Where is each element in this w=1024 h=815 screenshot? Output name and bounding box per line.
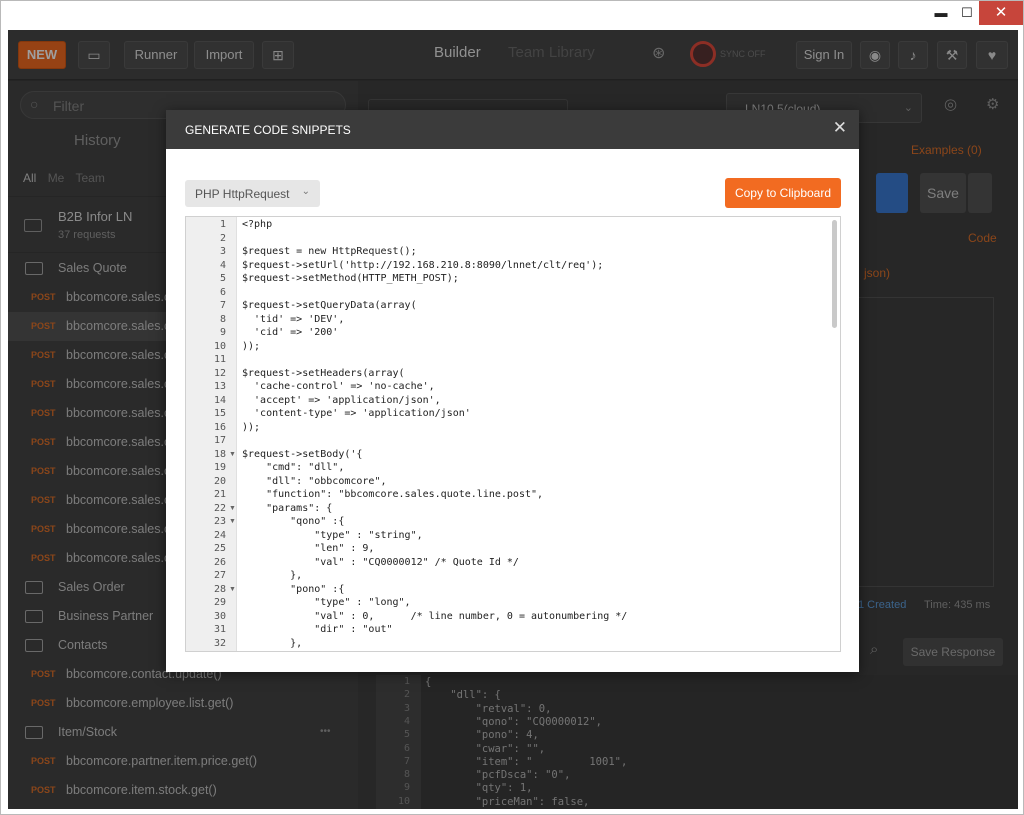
- line-number: 8: [219, 313, 226, 325]
- line-number: 21: [213, 489, 226, 500]
- line-number: 20: [213, 475, 226, 487]
- code-line: 'cid' => '200': [242, 327, 339, 338]
- window-close-button[interactable]: ✕: [979, 1, 1023, 25]
- line-number: 19: [213, 462, 226, 473]
- line-number: 6: [219, 286, 226, 298]
- code-line: 'content-type' => 'application/json': [242, 408, 471, 419]
- code-line: "val" : "CQ0000012" /* Quote Id */: [242, 556, 519, 568]
- line-number: 10: [213, 340, 226, 352]
- fold-arrow-icon[interactable]: ▼: [229, 451, 236, 458]
- line-number: 4: [219, 259, 226, 271]
- code-line: $request = new HttpRequest();: [242, 246, 417, 257]
- code-line: "qono" :{: [242, 516, 345, 527]
- code-snippet-modal: GENERATE CODE SNIPPETS ✕ PHP HttpRequest…: [166, 110, 859, 672]
- code-line: $request->setMethod(HTTP_METH_POST);: [242, 273, 459, 284]
- line-number: 12: [213, 367, 226, 379]
- code-line: $request->setUrl('http://192.168.210.8:8…: [242, 259, 604, 271]
- code-line: "val" : 0, /* line number, 0 = autonumbe…: [242, 610, 628, 622]
- app-window: ▬ ☐ ✕ NEW ▭ Runner Import ⊞ Builder Team…: [0, 0, 1024, 815]
- code-line: $request->setBody('{: [242, 448, 363, 460]
- line-number-gutter: 1 2 3 4 5 6 7 8 9 10 11 12 13 14 15 16 17 18 ▼ 19 20 21 22 ▼ 23 ▼…: [186, 217, 237, 651]
- code-line: 'cache-control' => 'no-cache',: [242, 381, 435, 392]
- line-number: 7: [219, 300, 226, 311]
- code-line: $request->setQueryData(array(: [242, 300, 417, 311]
- line-number: 31: [213, 624, 226, 635]
- line-number: 9: [219, 327, 226, 338]
- line-number: 1: [219, 219, 226, 230]
- code-editor[interactable]: 1 2 3 4 5 6 7 8 9 10 11 12 13 14 15 16 17 18 ▼ 19 20 21 22 ▼ 23 ▼…: [185, 216, 841, 652]
- line-number: 23: [213, 516, 226, 527]
- line-number: 13: [213, 381, 226, 392]
- code-line: <?php: [242, 219, 273, 230]
- close-icon[interactable]: ✕: [833, 118, 847, 138]
- line-number: 26: [213, 556, 226, 568]
- line-number: 17: [213, 435, 226, 446]
- line-number: 5: [219, 273, 226, 284]
- code-line: "dll": "obbcomcore",: [242, 475, 387, 487]
- title-bar: ▬ ☐ ✕: [1, 1, 1023, 30]
- maximize-button[interactable]: ☐: [953, 1, 981, 25]
- code-line: "pono" :{: [242, 583, 345, 595]
- line-number: 30: [213, 610, 226, 622]
- code-line: "type" : "string",: [242, 529, 423, 541]
- line-number: 32: [213, 637, 226, 649]
- line-number: 28: [213, 583, 226, 595]
- line-number: 29: [213, 597, 226, 608]
- fold-arrow-icon[interactable]: ▼: [229, 518, 236, 525]
- language-select[interactable]: PHP HttpRequest ⌄: [185, 180, 320, 207]
- modal-title: GENERATE CODE SNIPPETS: [185, 123, 351, 137]
- line-number: 16: [213, 421, 226, 433]
- code-line: "function": "bbcomcore.sales.quote.line.…: [242, 489, 544, 500]
- line-number: 3: [219, 246, 226, 257]
- code-line: ));: [242, 421, 261, 433]
- line-number: 18: [213, 448, 226, 460]
- line-number: 11: [213, 354, 226, 365]
- chevron-down-icon: ⌄: [301, 186, 310, 197]
- code-line: $request->setHeaders(array(: [242, 367, 405, 379]
- line-number: 24: [213, 529, 226, 541]
- line-number: 14: [213, 394, 226, 406]
- code-line: 'tid' => 'DEV',: [242, 313, 345, 325]
- copy-to-clipboard-button[interactable]: Copy to Clipboard: [725, 178, 841, 208]
- fold-arrow-icon[interactable]: ▼: [229, 505, 236, 512]
- line-number: 27: [213, 570, 226, 581]
- line-number: 2: [219, 232, 226, 244]
- minimize-button[interactable]: ▬: [927, 1, 955, 25]
- code-line: },: [242, 570, 303, 581]
- fold-arrow-icon[interactable]: ▼: [229, 586, 236, 593]
- language-label: PHP HttpRequest: [195, 187, 290, 201]
- code-line: "params": {: [242, 502, 333, 514]
- line-number: 22: [213, 502, 226, 514]
- line-number: 15: [213, 408, 226, 419]
- code-line: ));: [242, 340, 261, 352]
- code-line: "len" : 9,: [242, 543, 375, 554]
- code-line: 'accept' => 'application/json',: [242, 394, 441, 406]
- code-line: },: [242, 637, 303, 649]
- line-number: 25: [213, 543, 226, 554]
- postman-app: NEW ▭ Runner Import ⊞ Builder Team Libra…: [8, 30, 1018, 809]
- modal-header: GENERATE CODE SNIPPETS ✕: [166, 110, 859, 149]
- code-line: "dir" : "out": [242, 624, 393, 635]
- code-line: "type" : "long",: [242, 597, 411, 608]
- code-line: "cmd": "dll",: [242, 462, 345, 473]
- code-scrollbar[interactable]: [832, 220, 837, 328]
